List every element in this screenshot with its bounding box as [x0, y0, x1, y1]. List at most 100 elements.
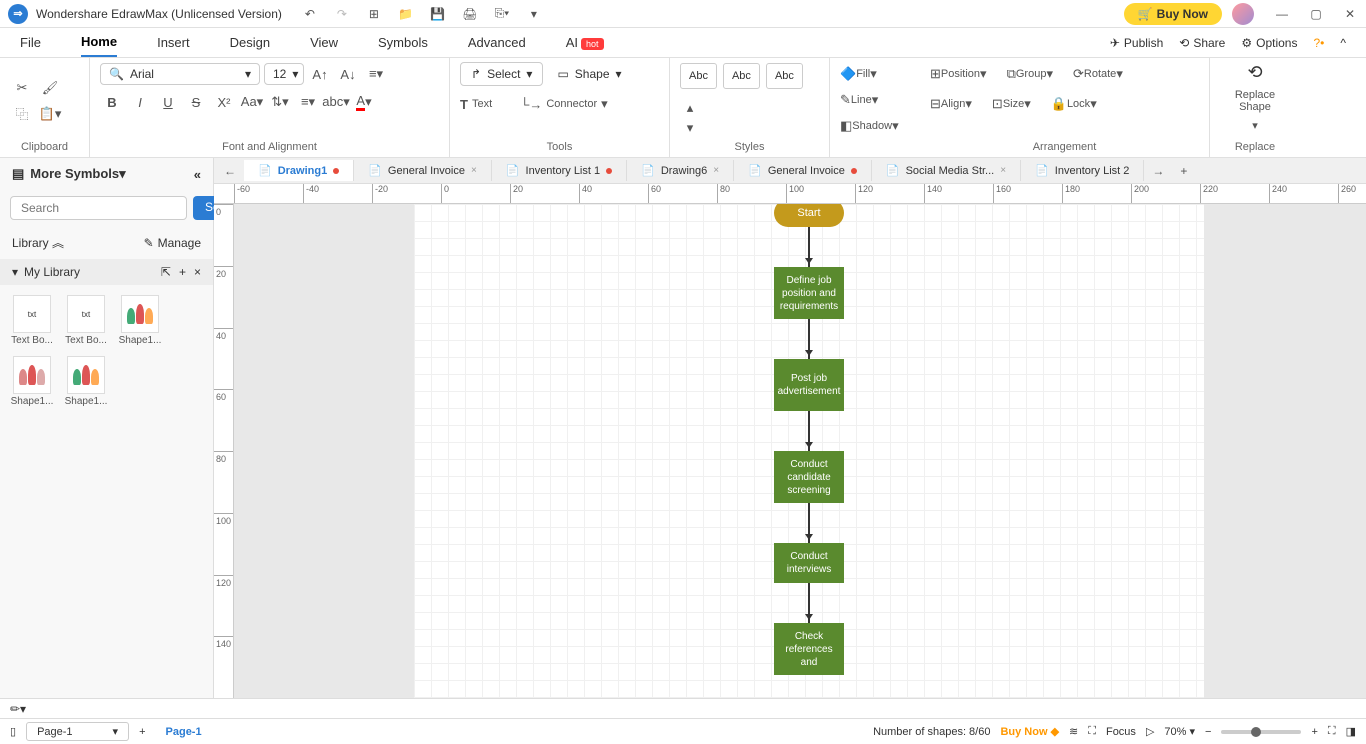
doc-tab[interactable]: 📄 Inventory List 1 — [492, 160, 627, 181]
underline-icon[interactable]: U — [156, 90, 180, 114]
help-icon[interactable]: ?• — [1313, 36, 1324, 50]
layer-icon[interactable]: ≋ — [1069, 725, 1078, 738]
style-scroll-down-icon[interactable]: ▾ — [680, 118, 700, 138]
strikethrough-icon[interactable]: S — [184, 90, 208, 114]
paste-icon[interactable]: 📋▾ — [38, 102, 62, 126]
close-lib-icon[interactable]: × — [194, 265, 201, 279]
flowchart-box[interactable]: Conduct candidate screening — [774, 451, 844, 503]
menu-advanced[interactable]: Advanced — [468, 29, 526, 56]
superscript-icon[interactable]: X² — [212, 90, 236, 114]
lock-button[interactable]: 🔒 Lock▾ — [1051, 92, 1097, 116]
tab-prev-icon[interactable]: ← — [216, 160, 244, 182]
style-preset-1[interactable]: Abc — [680, 63, 717, 89]
shape-item[interactable]: txtText Bo... — [64, 295, 108, 346]
manage-button[interactable]: ✎ Manage — [144, 236, 201, 250]
rotate-button[interactable]: ⟳ Rotate▾ — [1073, 62, 1123, 86]
menu-symbols[interactable]: Symbols — [378, 29, 428, 56]
present-icon[interactable]: ▷ — [1146, 725, 1154, 738]
more-symbols-button[interactable]: More Symbols▾ — [30, 166, 125, 182]
connector-tool-button[interactable]: └→ Connector ▾ — [520, 92, 608, 116]
canvas[interactable]: Start Define job position and requiremen… — [234, 204, 1366, 698]
tab-close-icon[interactable]: × — [713, 165, 719, 176]
fullscreen-icon[interactable]: ⛶ — [1328, 725, 1336, 738]
avatar[interactable] — [1232, 3, 1254, 25]
font-size-select[interactable]: 12 ▾ — [264, 63, 304, 85]
flowchart-start[interactable]: Start — [774, 204, 844, 227]
redo-icon[interactable]: ↷ — [334, 6, 350, 22]
align-button[interactable]: ⊟ Align▾ — [930, 92, 972, 116]
symbol-search-input[interactable] — [10, 196, 187, 220]
doc-tab[interactable]: 📄 Drawing6 × — [627, 160, 734, 181]
more-icon[interactable]: ▾ — [526, 6, 542, 22]
export-lib-icon[interactable]: ⇱ — [161, 265, 171, 279]
eyedropper-icon[interactable]: ✏▾ — [10, 702, 26, 716]
format-painter-icon[interactable]: 🖌 — [38, 76, 62, 100]
text-direction-icon[interactable]: abc▾ — [324, 90, 348, 114]
maximize-icon[interactable]: ▢ — [1308, 6, 1324, 22]
increase-font-icon[interactable]: A↑ — [308, 62, 332, 86]
style-preset-3[interactable]: Abc — [766, 63, 803, 89]
zoom-in-icon[interactable]: + — [1311, 726, 1317, 738]
style-scroll-up-icon[interactable]: ▴ — [680, 98, 700, 118]
doc-tab[interactable]: 📄 General Invoice — [734, 160, 872, 181]
page-tab[interactable]: Page-1 — [156, 722, 212, 742]
text-tool-button[interactable]: T Text — [460, 92, 492, 116]
outline-icon[interactable]: ▯ — [10, 725, 16, 738]
font-color-icon[interactable]: A▾ — [352, 90, 376, 114]
publish-button[interactable]: ✈Publish — [1110, 36, 1163, 50]
bold-icon[interactable]: B — [100, 90, 124, 114]
doc-tab[interactable]: 📄 General Invoice × — [354, 160, 492, 181]
panel-toggle-icon[interactable]: ◨ — [1346, 725, 1356, 738]
menu-view[interactable]: View — [310, 29, 338, 56]
group-button[interactable]: ⧉ Group▾ — [1007, 62, 1053, 86]
case-icon[interactable]: Aa▾ — [240, 90, 264, 114]
font-family-select[interactable]: 🔍 Arial ▾ — [100, 63, 260, 85]
shape-tool-button[interactable]: ▭ Shape ▾ — [547, 63, 631, 85]
flowchart-box[interactable]: Define job position and requirements — [774, 267, 844, 319]
flowchart-box[interactable]: Conduct interviews — [774, 543, 844, 583]
replace-shape-icon[interactable]: ⟲ — [1247, 62, 1262, 83]
collapse-panel-icon[interactable]: « — [194, 167, 201, 182]
size-button[interactable]: ⊡ Size▾ — [992, 92, 1031, 116]
style-preset-2[interactable]: Abc — [723, 63, 760, 89]
line-spacing-icon[interactable]: ⇅▾ — [268, 90, 292, 114]
fill-button[interactable]: 🔷 Fill▾ — [840, 62, 877, 86]
zoom-level[interactable]: 70% ▾ — [1164, 725, 1195, 738]
new-icon[interactable]: ⊞ — [366, 6, 382, 22]
focus-button[interactable]: Focus — [1106, 726, 1136, 738]
align-paragraph-icon[interactable]: ≡▾ — [364, 62, 388, 86]
menu-ai[interactable]: AIhot — [566, 29, 604, 56]
save-icon[interactable]: 💾 — [430, 6, 446, 22]
tab-add-icon[interactable]: + — [1172, 160, 1195, 182]
collapse-ribbon-icon[interactable]: ^ — [1340, 36, 1346, 50]
shadow-button[interactable]: ◧ Shadow▾ — [840, 114, 899, 138]
menu-insert[interactable]: Insert — [157, 29, 190, 56]
shape-item[interactable]: Shape1... — [118, 295, 162, 346]
export-icon[interactable]: ⎘▾ — [494, 6, 510, 22]
position-button[interactable]: ⊞ Position▾ — [930, 62, 987, 86]
print-icon[interactable]: 🖨 — [462, 6, 478, 22]
status-buy-now[interactable]: Buy Now ◆ — [1000, 725, 1059, 738]
line-button[interactable]: ✎ Line▾ — [840, 88, 878, 112]
menu-file[interactable]: File — [20, 29, 41, 56]
menu-home[interactable]: Home — [81, 28, 117, 57]
add-lib-icon[interactable]: + — [179, 265, 186, 279]
options-button[interactable]: ⚙Options — [1241, 36, 1297, 50]
shape-item[interactable]: Shape1... — [64, 356, 108, 407]
tab-close-icon[interactable]: × — [471, 165, 477, 176]
zoom-slider[interactable] — [1221, 730, 1301, 734]
close-icon[interactable]: ✕ — [1342, 6, 1358, 22]
chevron-down-icon[interactable]: ▾ — [12, 265, 18, 279]
menu-design[interactable]: Design — [230, 29, 270, 56]
my-library-label[interactable]: My Library — [24, 265, 80, 279]
decrease-font-icon[interactable]: A↓ — [336, 62, 360, 86]
share-button[interactable]: ⟲Share — [1179, 36, 1225, 50]
buy-now-button[interactable]: 🛒 Buy Now — [1124, 3, 1222, 25]
add-page-icon[interactable]: + — [139, 726, 145, 738]
zoom-out-icon[interactable]: − — [1205, 726, 1211, 738]
minimize-icon[interactable]: — — [1274, 6, 1290, 22]
undo-icon[interactable]: ↶ — [302, 6, 318, 22]
cut-icon[interactable]: ✂ — [10, 76, 34, 100]
shape-item[interactable]: txtText Bo... — [10, 295, 54, 346]
flowchart-box[interactable]: Check references and — [774, 623, 844, 675]
